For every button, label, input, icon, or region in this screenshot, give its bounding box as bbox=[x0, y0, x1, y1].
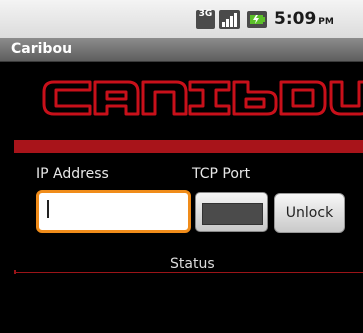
red-divider-bar bbox=[14, 140, 363, 153]
app-title-bar: Caribou bbox=[0, 38, 363, 62]
caribou-logo bbox=[42, 80, 363, 116]
text-cursor bbox=[47, 200, 49, 218]
app-title: Caribou bbox=[11, 41, 73, 57]
android-status-bar: 3G 5:09 PM bbox=[0, 0, 363, 38]
battery-charging-icon bbox=[247, 11, 267, 28]
signal-icon bbox=[219, 10, 240, 29]
tcp-port-field[interactable] bbox=[195, 192, 268, 232]
status-divider-tick bbox=[14, 270, 16, 274]
3g-icon: 3G bbox=[196, 10, 215, 29]
tcp-port-value bbox=[202, 203, 263, 225]
ip-address-label: IP Address bbox=[36, 166, 109, 182]
unlock-button[interactable]: Unlock bbox=[274, 193, 345, 233]
status-label: Status bbox=[170, 256, 215, 272]
tcp-port-label: TCP Port bbox=[192, 166, 251, 182]
status-clock: 5:09 PM bbox=[274, 9, 334, 29]
ip-address-input[interactable] bbox=[36, 190, 191, 233]
status-divider bbox=[14, 272, 363, 273]
